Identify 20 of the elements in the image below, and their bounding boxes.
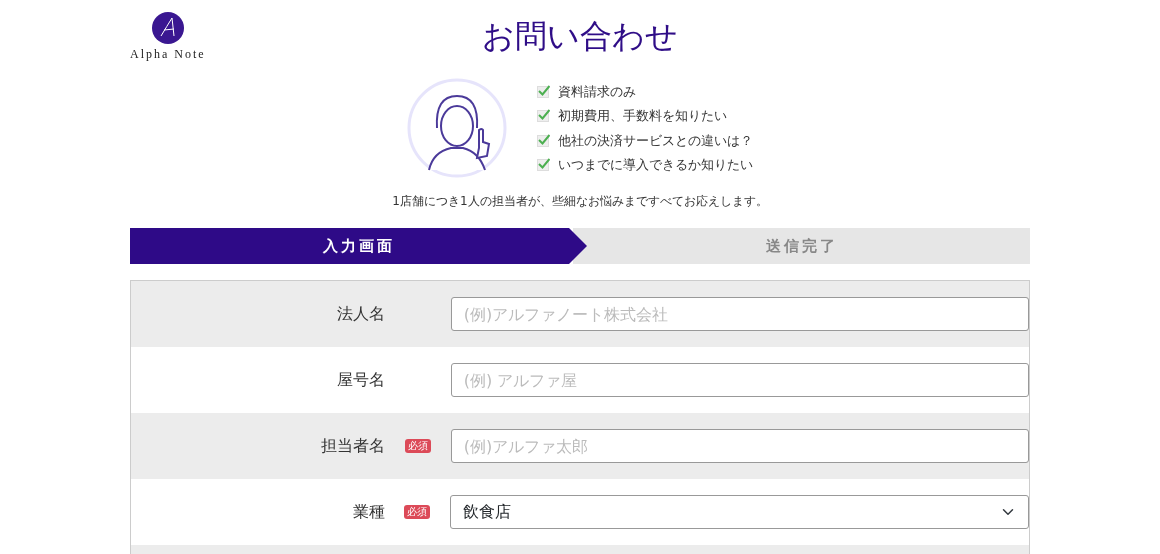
checklist-item-text: いつまでに導入できるか知りたい [558, 158, 753, 172]
required-tag: 必須 [404, 505, 431, 519]
tagline-text: 1店舗につき1人の担当者が、些細なお悩みまですべてお応えします。 [391, 193, 769, 210]
logo-icon [151, 12, 184, 44]
checklist-item-text: 初期費用、手数料を知りたい [558, 109, 727, 123]
input-field[interactable]: (例) アルファ屋 [450, 363, 1029, 397]
required-tag: 必須 [404, 439, 431, 453]
field-label: 法人名 [336, 303, 385, 325]
input-field[interactable]: (例)アルファ太郎 [450, 429, 1029, 463]
checklist-item-text: 資料請求のみ [558, 84, 636, 98]
page-title: お問い合わせ [482, 20, 678, 52]
progress-step: 送信完了 [573, 228, 1030, 264]
progress-step: 入力画面 [130, 228, 587, 264]
field-label: 屋号名 [336, 369, 385, 391]
field-label: 業種 [351, 501, 385, 523]
logo-text: Alpha Note [130, 48, 206, 60]
select-field[interactable]: 飲食店 [450, 495, 1029, 529]
field-label: 担当者名 [320, 435, 385, 457]
checklist-item-text: 他社の決済サービスとの違いは？ [558, 133, 753, 147]
input-field[interactable]: (例)アルファノート株式会社 [450, 297, 1029, 331]
